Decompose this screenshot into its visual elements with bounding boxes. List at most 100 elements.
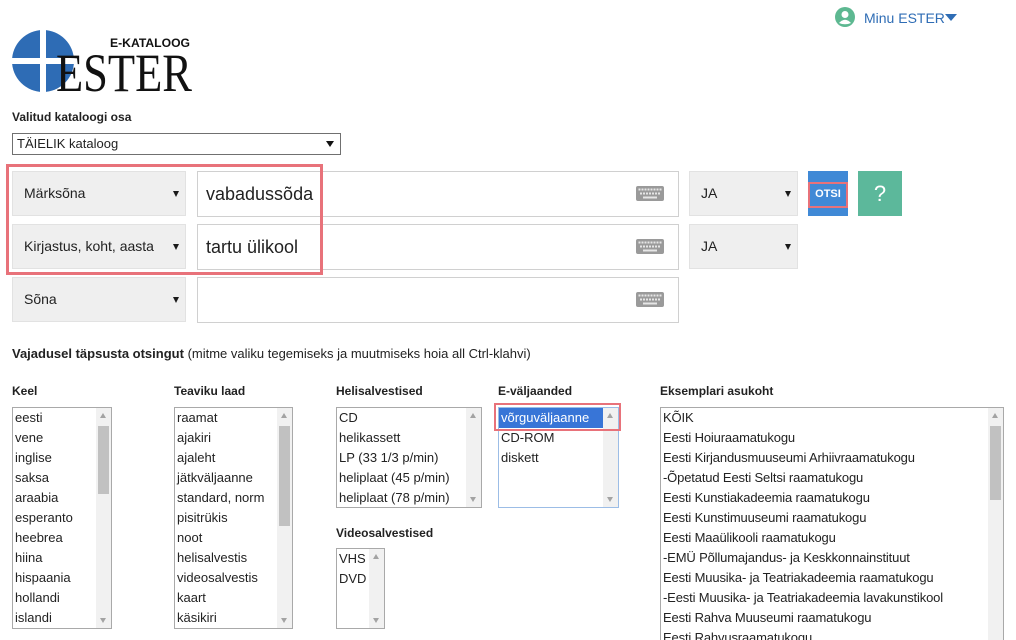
page: Minu ESTER E-KATALOOG ESTER Valitud kata… — [0, 0, 1016, 640]
scroll-down-button[interactable] — [100, 618, 106, 623]
copy-location-label: Eksemplari asukoht — [660, 384, 774, 398]
list-option[interactable]: kaart — [175, 588, 277, 608]
e-publications-label: E-väljaanded — [498, 384, 573, 398]
list-option[interactable]: hollandi — [13, 588, 96, 608]
scrollbar[interactable] — [988, 408, 1003, 640]
listbox-options: CD helikassett LP (33 1/3 p/min) heliplaat … — [337, 408, 466, 507]
list-option[interactable]: ajakiri — [175, 428, 277, 448]
list-option[interactable]: Eesti Rahvusraamatukogu — [661, 628, 988, 640]
list-option[interactable]: helikassett — [337, 428, 466, 448]
scrollbar-thumb[interactable] — [990, 426, 1001, 500]
scrollbar[interactable] — [96, 408, 111, 628]
search-input-1[interactable] — [198, 172, 628, 216]
list-option[interactable]: hispaania — [13, 568, 96, 588]
scroll-down-button[interactable] — [470, 497, 476, 502]
scrollbar[interactable] — [603, 408, 618, 507]
list-option[interactable]: saksa — [13, 468, 96, 488]
list-option[interactable]: -EMÜ Põllumajandus- ja Keskkonnainstituu… — [661, 548, 988, 568]
search-field-select-3[interactable]: Sõna — [12, 277, 186, 322]
list-option[interactable]: Eesti Rahva Muuseumi raamatukogu — [661, 608, 988, 628]
language-listbox[interactable]: eesti vene inglise saksa araabia esperanto hee… — [12, 407, 112, 629]
search-input-3[interactable] — [198, 278, 628, 322]
list-option[interactable]: hiina — [13, 548, 96, 568]
list-option[interactable]: eesti — [13, 408, 96, 428]
scroll-up-button[interactable] — [470, 413, 476, 418]
list-option[interactable]: Eesti Kirjandusmuuseumi Arhiivraamatukog… — [661, 448, 988, 468]
caret-down-icon[interactable] — [945, 14, 957, 21]
list-option[interactable]: islandi — [13, 608, 96, 628]
sound-recordings-label: Helisalvestised — [336, 384, 423, 398]
refine-heading: Vajadusel täpsusta otsingut — [12, 346, 184, 361]
list-option[interactable]: heliplaat (78 p/min) — [337, 488, 466, 507]
list-option[interactable]: diskett — [499, 448, 603, 468]
scroll-up-button[interactable] — [992, 413, 998, 418]
list-option[interactable]: heebrea — [13, 528, 96, 548]
sound-recordings-listbox[interactable]: CD helikassett LP (33 1/3 p/min) heliplaat … — [336, 407, 482, 508]
list-option[interactable]: ajaleht — [175, 448, 277, 468]
ester-logo[interactable]: E-KATALOOG ESTER — [8, 26, 194, 96]
keyboard-icon[interactable] — [636, 239, 664, 254]
listbox-options: VHS DVD — [337, 549, 369, 628]
scroll-up-button[interactable] — [100, 413, 106, 418]
e-publications-listbox[interactable]: võrguväljaanne CD-ROM diskett — [498, 407, 619, 508]
search-field-label: Märksõna — [24, 185, 86, 201]
list-option[interactable]: Eesti Maaülikooli raamatukogu — [661, 528, 988, 548]
scroll-up-button[interactable] — [607, 413, 613, 418]
list-option[interactable]: helisalvestis — [175, 548, 277, 568]
operator-select-2[interactable]: JA — [689, 224, 798, 269]
list-option[interactable]: DVD — [337, 569, 369, 589]
list-option[interactable]: heliplaat (45 p/min) — [337, 468, 466, 488]
scrollbar-thumb[interactable] — [279, 426, 290, 526]
copy-location-listbox[interactable]: KÕIK Eesti Hoiuraamatukogu Eesti Kirjandus… — [660, 407, 1004, 640]
list-option[interactable]: KÕIK — [661, 408, 988, 428]
scroll-up-button[interactable] — [373, 554, 379, 559]
scroll-down-button[interactable] — [281, 618, 287, 623]
list-option[interactable]: CD — [337, 408, 466, 428]
list-option[interactable]: pisitrükis — [175, 508, 277, 528]
list-option[interactable]: jätkväljaanne — [175, 468, 277, 488]
scrollbar[interactable] — [466, 408, 481, 507]
search-button[interactable]: OTSI — [808, 171, 848, 216]
listbox-options: raamat ajakiri ajaleht jätkväljaanne standar… — [175, 408, 277, 628]
list-option[interactable]: käsikiri — [175, 608, 277, 628]
user-icon[interactable] — [835, 7, 855, 27]
search-input-2[interactable] — [198, 225, 628, 269]
catalog-select[interactable]: TÄIELIK kataloog — [12, 133, 341, 155]
operator-select-1[interactable]: JA — [689, 171, 798, 216]
list-option[interactable]: CD-ROM — [499, 428, 603, 448]
video-recordings-label: Videosalvestised — [336, 526, 434, 540]
scrollbar-thumb[interactable] — [98, 426, 109, 494]
list-option[interactable]: VHS — [337, 549, 369, 569]
list-option[interactable]: vene — [13, 428, 96, 448]
list-option[interactable]: videosalvestis — [175, 568, 277, 588]
list-option[interactable]: raamat — [175, 408, 277, 428]
list-option[interactable]: -Eesti Muusika- ja Teatriakadeemia lavak… — [661, 588, 988, 608]
scrollbar[interactable] — [369, 549, 384, 628]
caret-down-icon — [173, 191, 179, 197]
search-field-select-1[interactable]: Märksõna — [12, 171, 186, 216]
list-option-selected[interactable]: võrguväljaanne — [499, 408, 603, 428]
list-option[interactable]: standard, norm — [175, 488, 277, 508]
search-field-select-2[interactable]: Kirjastus, koht, aasta — [12, 224, 186, 269]
search-input-box-2 — [197, 224, 679, 270]
list-option[interactable]: -Õpetatud Eesti Seltsi raamatukogu — [661, 468, 988, 488]
keyboard-icon[interactable] — [636, 186, 664, 201]
scroll-down-button[interactable] — [373, 618, 379, 623]
list-option[interactable]: noot — [175, 528, 277, 548]
material-type-listbox[interactable]: raamat ajakiri ajaleht jätkväljaanne standar… — [174, 407, 293, 629]
user-menu-label[interactable]: Minu ESTER — [864, 10, 945, 27]
list-option[interactable]: Eesti Kunstimuuseumi raamatukogu — [661, 508, 988, 528]
help-button[interactable]: ? — [858, 171, 902, 216]
list-option[interactable]: inglise — [13, 448, 96, 468]
scroll-up-button[interactable] — [281, 413, 287, 418]
video-recordings-listbox[interactable]: VHS DVD — [336, 548, 385, 629]
list-option[interactable]: Eesti Hoiuraamatukogu — [661, 428, 988, 448]
scrollbar[interactable] — [277, 408, 292, 628]
list-option[interactable]: esperanto — [13, 508, 96, 528]
keyboard-icon[interactable] — [636, 292, 664, 307]
list-option[interactable]: LP (33 1/3 p/min) — [337, 448, 466, 468]
list-option[interactable]: araabia — [13, 488, 96, 508]
scroll-down-button[interactable] — [607, 497, 613, 502]
list-option[interactable]: Eesti Muusika- ja Teatriakadeemia raamat… — [661, 568, 988, 588]
list-option[interactable]: Eesti Kunstiakadeemia raamatukogu — [661, 488, 988, 508]
